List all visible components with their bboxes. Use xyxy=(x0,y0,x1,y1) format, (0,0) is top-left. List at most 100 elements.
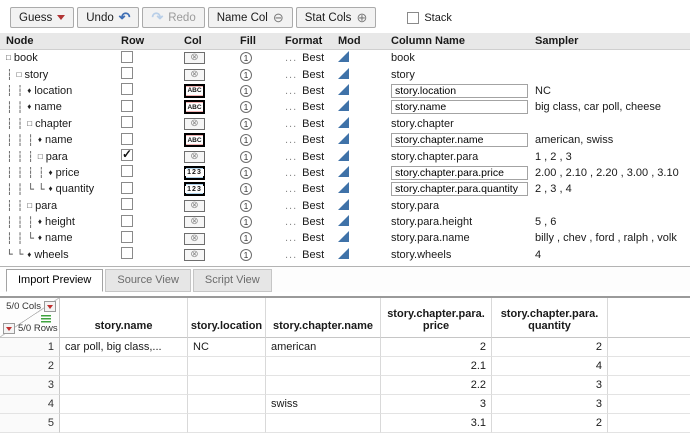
node-expander-icon[interactable]: □ xyxy=(27,120,32,128)
modeling-type-icon[interactable] xyxy=(338,182,349,193)
format-value[interactable]: Best xyxy=(302,52,324,64)
column-name-input[interactable] xyxy=(391,84,528,98)
format-menu-dots[interactable]: ... xyxy=(285,183,297,195)
tree-row-story[interactable]: ┆□story 1 ...Best story xyxy=(0,66,690,82)
fill-icon[interactable]: 1 xyxy=(240,151,252,163)
tree-row-chapter-name[interactable]: ┆┆┆♦name 1 ...Best american, swiss xyxy=(0,132,690,148)
modeling-type-icon[interactable] xyxy=(338,215,349,226)
tree-row-height[interactable]: ┆┆┆♦height 1 ...Best story.para.height 5… xyxy=(0,214,690,230)
format-menu-dots[interactable]: ... xyxy=(285,216,297,228)
numeric-column-icon[interactable] xyxy=(184,166,205,180)
modeling-type-icon[interactable] xyxy=(338,51,349,62)
row-checkbox[interactable] xyxy=(121,247,133,259)
columns-list-icon[interactable] xyxy=(41,315,51,323)
stat-cols-button[interactable]: Stat Cols xyxy=(296,7,377,28)
name-col-button[interactable]: Name Col xyxy=(208,7,293,28)
column-name-input[interactable] xyxy=(391,100,528,114)
format-menu-dots[interactable]: ... xyxy=(285,167,297,179)
fill-icon[interactable]: 1 xyxy=(240,249,252,261)
column-header-para-quantity[interactable]: story.chapter.para.quantity xyxy=(492,298,608,338)
format-menu-dots[interactable]: ... xyxy=(285,118,297,130)
character-column-icon[interactable] xyxy=(184,100,205,114)
modeling-type-icon[interactable] xyxy=(338,199,349,210)
modeling-type-icon[interactable] xyxy=(338,150,349,161)
fill-icon[interactable]: 1 xyxy=(240,69,252,81)
tree-row-name[interactable]: ┆┆♦name 1 ...Best big class, car poll, c… xyxy=(0,99,690,115)
tree-row-chapter-para[interactable]: ┆┆┆□para 1 ...Best story.chapter.para 1 … xyxy=(0,148,690,164)
format-menu-dots[interactable]: ... xyxy=(285,232,297,244)
row-checkbox[interactable] xyxy=(121,182,133,194)
tree-row-wheels[interactable]: └└♦wheels 1 ...Best story.wheels 4 xyxy=(0,247,690,263)
modeling-type-icon[interactable] xyxy=(338,117,349,128)
fill-icon[interactable]: 1 xyxy=(240,216,252,228)
format-value[interactable]: Best xyxy=(302,167,324,179)
fill-icon[interactable]: 1 xyxy=(240,232,252,244)
fill-icon[interactable]: 1 xyxy=(240,101,252,113)
row-checkbox[interactable] xyxy=(121,133,133,145)
undo-button[interactable]: Undo xyxy=(77,7,139,28)
format-menu-dots[interactable]: ... xyxy=(285,101,297,113)
format-value[interactable]: Best xyxy=(302,101,324,113)
row-checkbox[interactable] xyxy=(121,116,133,128)
stack-checkbox[interactable] xyxy=(407,12,419,24)
tree-row-price[interactable]: ┆┆┆┆♦price 1 ...Best 2.00 , 2.10 , 2.20 … xyxy=(0,165,690,181)
node-expander-icon[interactable]: □ xyxy=(27,202,32,210)
format-value[interactable]: Best xyxy=(302,134,324,146)
format-menu-dots[interactable]: ... xyxy=(285,52,297,64)
excluded-column-icon[interactable] xyxy=(184,69,205,81)
node-expander-icon[interactable]: □ xyxy=(38,153,43,161)
format-value[interactable]: Best xyxy=(302,249,324,261)
fill-icon[interactable]: 1 xyxy=(240,167,252,179)
excluded-column-icon[interactable] xyxy=(184,151,205,163)
column-name-input[interactable] xyxy=(391,166,528,180)
modeling-type-icon[interactable] xyxy=(338,100,349,111)
excluded-column-icon[interactable] xyxy=(184,216,205,228)
modeling-type-icon[interactable] xyxy=(338,133,349,144)
format-value[interactable]: Best xyxy=(302,85,324,97)
format-value[interactable]: Best xyxy=(302,69,324,81)
fill-icon[interactable]: 1 xyxy=(240,200,252,212)
tab-script-view[interactable]: Script View xyxy=(193,269,272,292)
tree-row-book[interactable]: □book 1 ...Best book xyxy=(0,50,690,66)
tree-row-chapter[interactable]: ┆┆□chapter 1 ...Best story.chapter xyxy=(0,116,690,132)
tab-import-preview[interactable]: Import Preview xyxy=(6,269,103,292)
format-value[interactable]: Best xyxy=(302,232,324,244)
tree-row-quantity[interactable]: ┆┆└└♦quantity 1 ...Best 2 , 3 , 4 xyxy=(0,181,690,197)
column-header-story-location[interactable]: story.location xyxy=(188,298,266,338)
fill-icon[interactable]: 1 xyxy=(240,183,252,195)
column-name-input[interactable] xyxy=(391,182,528,196)
rows-menu-button[interactable] xyxy=(3,323,15,334)
character-column-icon[interactable] xyxy=(184,84,205,98)
format-value[interactable]: Best xyxy=(302,118,324,130)
modeling-type-icon[interactable] xyxy=(338,166,349,177)
guess-button[interactable]: Guess xyxy=(10,7,74,28)
row-checkbox[interactable] xyxy=(121,149,133,161)
tree-row-para-name[interactable]: ┆┆└♦name 1 ...Best story.para.name billy… xyxy=(0,230,690,246)
modeling-type-icon[interactable] xyxy=(338,248,349,259)
excluded-column-icon[interactable] xyxy=(184,200,205,212)
format-menu-dots[interactable]: ... xyxy=(285,249,297,261)
fill-icon[interactable]: 1 xyxy=(240,118,252,130)
excluded-column-icon[interactable] xyxy=(184,52,205,64)
column-header-story-name[interactable]: story.name xyxy=(60,298,188,338)
format-menu-dots[interactable]: ... xyxy=(285,200,297,212)
fill-icon[interactable]: 1 xyxy=(240,52,252,64)
excluded-column-icon[interactable] xyxy=(184,233,205,245)
format-menu-dots[interactable]: ... xyxy=(285,134,297,146)
format-value[interactable]: Best xyxy=(302,183,324,195)
format-value[interactable]: Best xyxy=(302,216,324,228)
tab-source-view[interactable]: Source View xyxy=(105,269,191,292)
excluded-column-icon[interactable] xyxy=(184,249,205,261)
format-menu-dots[interactable]: ... xyxy=(285,69,297,81)
row-checkbox[interactable] xyxy=(121,231,133,243)
row-checkbox[interactable] xyxy=(121,51,133,63)
node-expander-icon[interactable]: □ xyxy=(6,54,11,62)
format-menu-dots[interactable]: ... xyxy=(285,151,297,163)
excluded-column-icon[interactable] xyxy=(184,118,205,130)
columns-menu-button[interactable] xyxy=(44,301,56,312)
row-checkbox[interactable] xyxy=(121,215,133,227)
fill-icon[interactable]: 1 xyxy=(240,85,252,97)
format-value[interactable]: Best xyxy=(302,151,324,163)
row-checkbox[interactable] xyxy=(121,100,133,112)
column-name-input[interactable] xyxy=(391,133,528,147)
